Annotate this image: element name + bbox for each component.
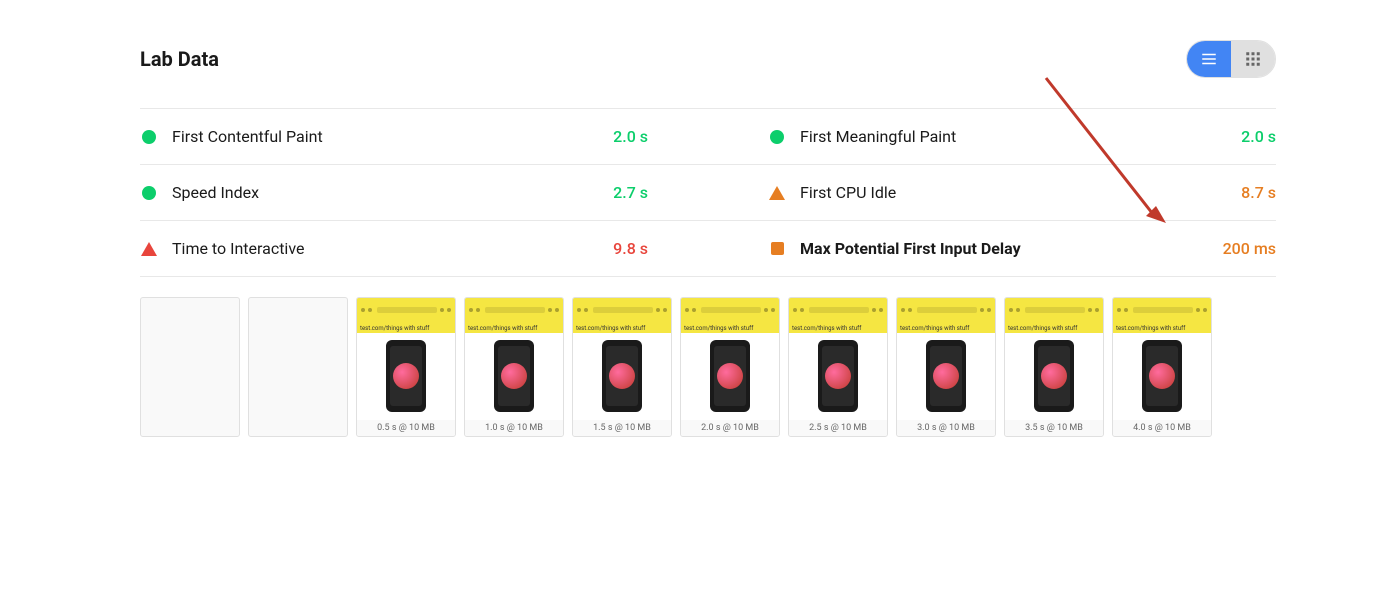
- filmstrip-frame-9: test.com/things with stuff 3.5 s @ 10 MB: [1004, 297, 1104, 437]
- metric-value-si: 2.7 s: [613, 183, 648, 202]
- list-view-button[interactable]: [1187, 41, 1231, 77]
- metric-label-tti: Time to Interactive: [172, 239, 613, 258]
- metric-label-fci: First CPU Idle: [800, 183, 1241, 202]
- orange-square-icon: [768, 240, 786, 258]
- metric-max-potential-fid: Max Potential First Input Delay 200 ms: [708, 221, 1276, 277]
- frame-label-4: 1.0 s @ 10 MB: [465, 420, 563, 436]
- filmstrip-frame-5: test.com/things with stuff 1.5 s @ 10 MB: [572, 297, 672, 437]
- grid-icon: [1244, 50, 1262, 68]
- frame-label-3: 0.5 s @ 10 MB: [357, 420, 455, 436]
- filmstrip-frame-4: test.com/things with stuff 1.0 s @ 10 MB: [464, 297, 564, 437]
- metric-label-fmp: First Meaningful Paint: [800, 127, 1241, 146]
- filmstrip-frame-2: [248, 297, 348, 437]
- green-circle-icon: [140, 128, 158, 146]
- frame-label-5: 1.5 s @ 10 MB: [573, 420, 671, 436]
- metric-first-cpu-idle: First CPU Idle 8.7 s: [708, 165, 1276, 221]
- metric-first-contentful-paint: First Contentful Paint 2.0 s: [140, 109, 708, 165]
- filmstrip-frame-8: test.com/things with stuff 3.0 s @ 10 MB: [896, 297, 996, 437]
- filmstrip-frame-7: test.com/things with stuff 2.5 s @ 10 MB: [788, 297, 888, 437]
- metric-label-fcp: First Contentful Paint: [172, 127, 613, 146]
- frame-label-8: 3.0 s @ 10 MB: [897, 420, 995, 436]
- metric-speed-index: Speed Index 2.7 s: [140, 165, 708, 221]
- grid-view-button[interactable]: [1231, 41, 1275, 77]
- filmstrip-frame-10: test.com/things with stuff 4.0 s @ 10 MB: [1112, 297, 1212, 437]
- metric-label-si: Speed Index: [172, 183, 613, 202]
- green-circle-icon-3: [768, 128, 786, 146]
- frame-label-10: 4.0 s @ 10 MB: [1113, 420, 1211, 436]
- metrics-right-column: First Meaningful Paint 2.0 s First CPU I…: [708, 109, 1276, 277]
- header-row: Lab Data: [140, 40, 1276, 78]
- filmstrip-frame-3: test.com/things with stuff 0.5 s @ 10 MB: [356, 297, 456, 437]
- metric-value-fmp: 2.0 s: [1241, 127, 1276, 146]
- list-icon: [1200, 50, 1218, 68]
- red-triangle-icon: [140, 240, 158, 258]
- metric-value-fci: 8.7 s: [1241, 183, 1276, 202]
- green-circle-icon-2: [140, 184, 158, 202]
- metrics-left-column: First Contentful Paint 2.0 s Speed Index…: [140, 109, 708, 277]
- metric-first-meaningful-paint: First Meaningful Paint 2.0 s: [708, 109, 1276, 165]
- metric-time-to-interactive: Time to Interactive 9.8 s: [140, 221, 708, 277]
- filmstrip-section: test.com/things with stuff 0.5 s @ 10 MB: [140, 297, 1276, 437]
- view-toggle[interactable]: [1186, 40, 1276, 78]
- filmstrip-frame-1: [140, 297, 240, 437]
- metric-value-mpfid: 200 ms: [1223, 239, 1276, 258]
- metric-label-mpfid: Max Potential First Input Delay: [800, 239, 1223, 258]
- frame-label-6: 2.0 s @ 10 MB: [681, 420, 779, 436]
- metric-value-tti: 9.8 s: [613, 239, 648, 258]
- metric-value-fcp: 2.0 s: [613, 127, 648, 146]
- filmstrip-frame-6: test.com/things with stuff 2.0 s @ 10 MB: [680, 297, 780, 437]
- page-title: Lab Data: [140, 47, 219, 71]
- frame-label-9: 3.5 s @ 10 MB: [1005, 420, 1103, 436]
- metrics-grid: First Contentful Paint 2.0 s Speed Index…: [140, 108, 1276, 277]
- orange-triangle-icon: [768, 184, 786, 202]
- frame-label-7: 2.5 s @ 10 MB: [789, 420, 887, 436]
